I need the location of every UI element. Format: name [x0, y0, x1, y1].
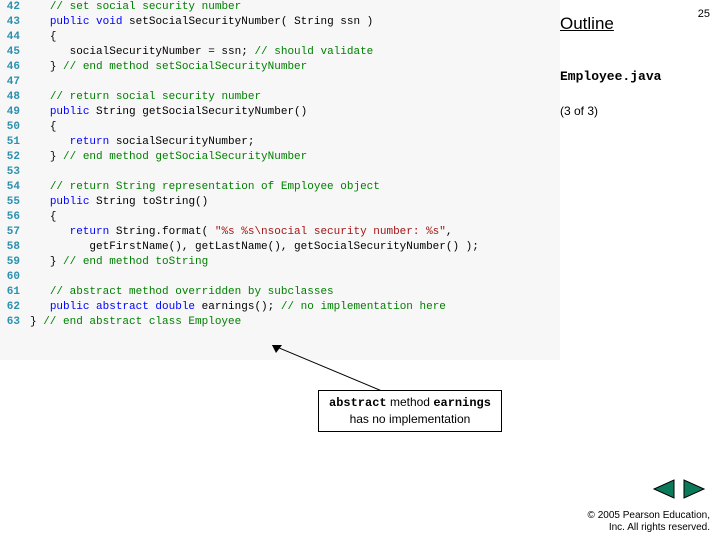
outline-heading: Outline [560, 14, 710, 34]
code-line: 45 socialSecurityNumber = ssn; // should… [0, 45, 560, 60]
line-number: 47 [0, 75, 24, 90]
code-line: 52 } // end method getSocialSecurityNumb… [0, 150, 560, 165]
code-line: 55 public String toString() [0, 195, 560, 210]
code-content: return socialSecurityNumber; [24, 135, 254, 150]
line-number: 58 [0, 240, 24, 255]
code-content: { [24, 120, 56, 135]
code-line: 62 public abstract double earnings(); //… [0, 300, 560, 315]
code-content: // abstract method overridden by subclas… [24, 285, 334, 300]
code-content: } // end method setSocialSecurityNumber [24, 60, 307, 75]
code-line: 53 [0, 165, 560, 180]
callout-box: abstract method earnings has no implemen… [318, 390, 502, 432]
code-line: 49 public String getSocialSecurityNumber… [0, 105, 560, 120]
code-line: 58 getFirstName(), getLastName(), getSoc… [0, 240, 560, 255]
line-number: 44 [0, 30, 24, 45]
line-number: 42 [0, 0, 24, 15]
code-line: 51 return socialSecurityNumber; [0, 135, 560, 150]
triangle-right-icon [682, 478, 708, 500]
line-number: 50 [0, 120, 24, 135]
copyright-text: © 2005 Pearson Education, Inc. All right… [588, 510, 710, 534]
code-content: socialSecurityNumber = ssn; // should va… [24, 45, 373, 60]
code-line: 60 [0, 270, 560, 285]
code-line: 59 } // end method toString [0, 255, 560, 270]
code-line: 61 // abstract method overridden by subc… [0, 285, 560, 300]
line-number: 57 [0, 225, 24, 240]
callout-kw2: earnings [433, 396, 491, 410]
line-number: 61 [0, 285, 24, 300]
line-number: 49 [0, 105, 24, 120]
line-number: 59 [0, 255, 24, 270]
code-content: } // end method toString [24, 255, 208, 270]
code-line: 48 // return social security number [0, 90, 560, 105]
right-panel: Outline Employee.java (3 of 3) [560, 0, 720, 118]
line-number: 60 [0, 270, 24, 285]
code-line: 46 } // end method setSocialSecurityNumb… [0, 60, 560, 75]
line-number: 56 [0, 210, 24, 225]
callout-mid: method [387, 395, 434, 409]
code-line: 63} // end abstract class Employee [0, 315, 560, 330]
code-content: // set social security number [24, 0, 241, 15]
code-content: // return String representation of Emplo… [24, 180, 380, 195]
copyright-line1: © 2005 Pearson Education, [588, 510, 710, 522]
callout-kw1: abstract [329, 396, 387, 410]
line-number: 54 [0, 180, 24, 195]
code-line: 56 { [0, 210, 560, 225]
code-content: } // end abstract class Employee [24, 315, 241, 330]
code-content: { [24, 210, 56, 225]
line-number: 52 [0, 150, 24, 165]
code-line: 54 // return String representation of Em… [0, 180, 560, 195]
code-content: { [24, 30, 56, 45]
code-line: 43 public void setSocialSecurityNumber( … [0, 15, 560, 30]
code-line: 42 // set social security number [0, 0, 560, 15]
callout-line1: abstract method earnings [329, 395, 491, 412]
line-number: 51 [0, 135, 24, 150]
callout-line2: has no implementation [329, 412, 491, 428]
line-number: 53 [0, 165, 24, 180]
code-line: 50 { [0, 120, 560, 135]
code-content: public String toString() [24, 195, 208, 210]
code-content: return String.format( "%s %s\nsocial sec… [24, 225, 453, 240]
code-content: // return social security number [24, 90, 261, 105]
code-content: public void setSocialSecurityNumber( Str… [24, 15, 373, 30]
code-listing: 42 // set social security number43 publi… [0, 0, 560, 360]
code-content [24, 270, 30, 285]
line-number: 62 [0, 300, 24, 315]
code-line: 57 return String.format( "%s %s\nsocial … [0, 225, 560, 240]
line-number: 63 [0, 315, 24, 330]
next-button[interactable] [682, 478, 708, 500]
code-content: public String getSocialSecurityNumber() [24, 105, 307, 120]
copyright-line2: Inc. All rights reserved. [588, 522, 710, 534]
line-number: 55 [0, 195, 24, 210]
code-content: } // end method getSocialSecurityNumber [24, 150, 307, 165]
filename-label: Employee.java [560, 69, 710, 84]
file-part-label: (3 of 3) [560, 104, 710, 118]
line-number: 43 [0, 15, 24, 30]
nav-arrows [650, 478, 708, 500]
line-number: 46 [0, 60, 24, 75]
code-line: 44 { [0, 30, 560, 45]
triangle-left-icon [650, 478, 676, 500]
code-line: 47 [0, 75, 560, 90]
line-number: 48 [0, 90, 24, 105]
code-content [24, 75, 30, 90]
code-content: getFirstName(), getLastName(), getSocial… [24, 240, 479, 255]
line-number: 45 [0, 45, 24, 60]
code-content: public abstract double earnings(); // no… [24, 300, 446, 315]
prev-button[interactable] [650, 478, 676, 500]
code-content [24, 165, 30, 180]
